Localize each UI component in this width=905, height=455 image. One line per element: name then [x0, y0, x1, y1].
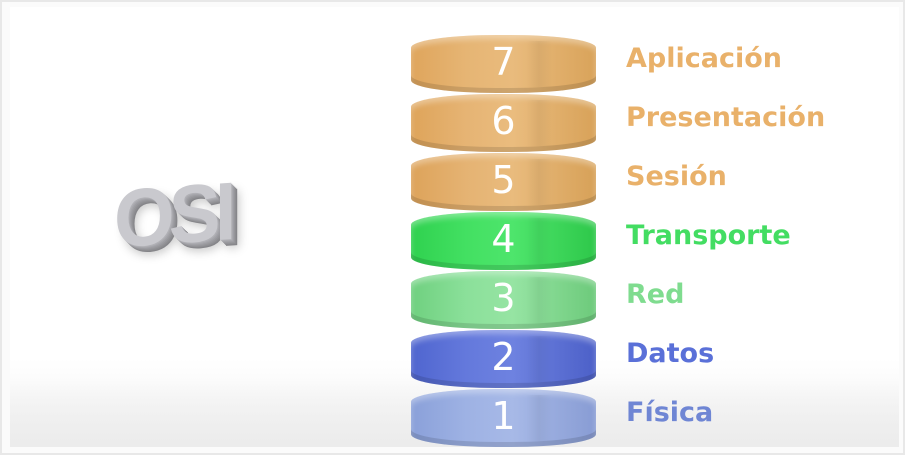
layer-number: 1	[491, 394, 516, 438]
image-frame: OSI 7 6 5 4 3 2 1 Aplicación Presentació…	[0, 0, 905, 455]
layer-disk-3: 3	[411, 271, 596, 329]
layer-label-1: Física	[626, 397, 714, 428]
layer-label-3: Red	[626, 279, 685, 310]
layer-disk-7: 7	[411, 35, 596, 93]
osi-logo: OSI	[114, 165, 314, 267]
layer-label-6: Presentación	[626, 102, 826, 133]
layer-label-7: Aplicación	[626, 43, 782, 74]
layer-number: 6	[491, 99, 516, 143]
layer-number: 3	[491, 276, 516, 320]
layer-disk-6: 6	[411, 94, 596, 152]
layer-stack: 7 6 5 4 3 2 1	[411, 35, 596, 450]
osi-diagram: OSI 7 6 5 4 3 2 1 Aplicación Presentació…	[10, 7, 899, 447]
layer-label-2: Datos	[626, 338, 715, 369]
layer-label-4: Transporte	[626, 220, 791, 251]
layer-disk-1: 1	[411, 389, 596, 447]
layer-number: 5	[491, 158, 516, 202]
osi-logo-text: OSI	[114, 164, 231, 266]
layer-disk-2: 2	[411, 330, 596, 388]
layer-number: 2	[491, 335, 516, 379]
layer-disk-5: 5	[411, 153, 596, 211]
layer-number: 7	[491, 40, 516, 84]
layer-disk-4: 4	[411, 212, 596, 270]
layer-label-5: Sesión	[626, 161, 727, 192]
layer-number: 4	[491, 217, 516, 261]
